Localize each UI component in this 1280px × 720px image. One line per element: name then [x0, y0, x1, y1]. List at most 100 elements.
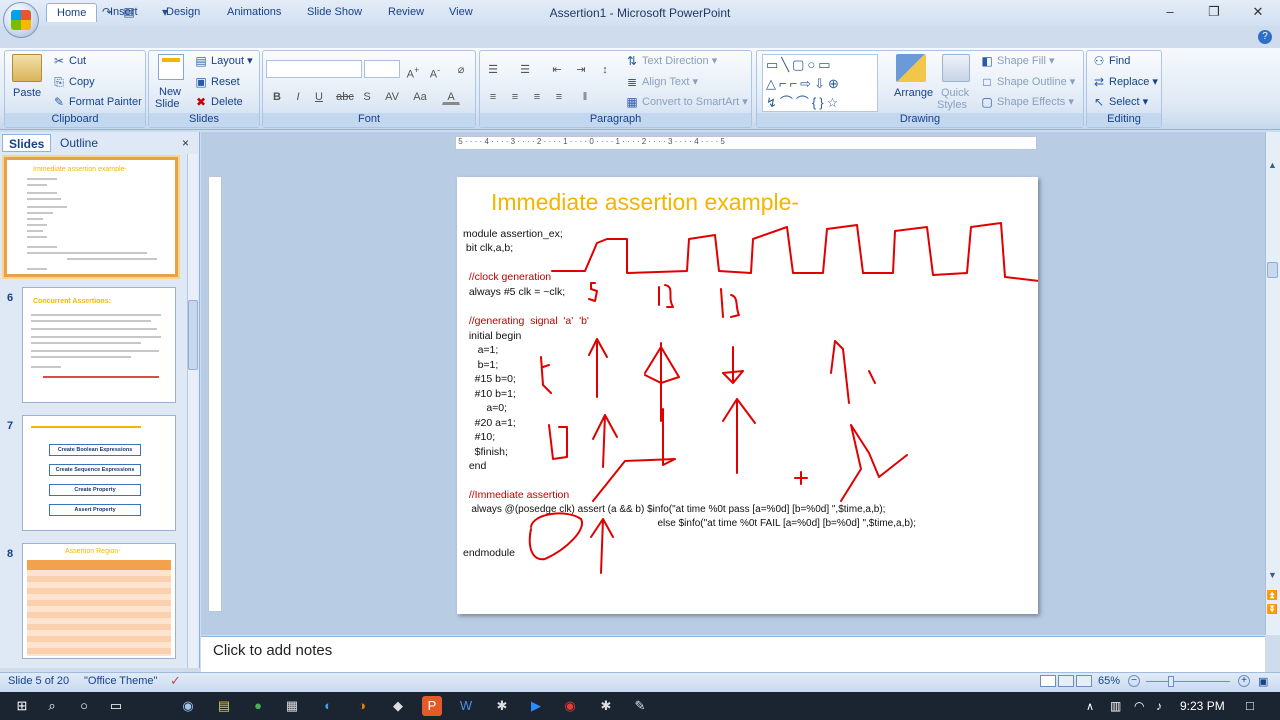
panel-close-icon[interactable]: × [182, 136, 189, 150]
panel-scrollbar[interactable] [187, 154, 198, 668]
app-icon-3[interactable]: ✱ [596, 696, 616, 716]
minimize-button[interactable]: – [1160, 4, 1180, 20]
next-slide-icon[interactable]: ⏬ [1266, 604, 1279, 618]
replace-button[interactable]: ⇄ Replace ▾ [1092, 75, 1158, 89]
shadow-icon[interactable]: S [358, 87, 376, 105]
edge-icon[interactable]: ◐ [318, 696, 338, 716]
italic-icon[interactable]: I [289, 87, 307, 105]
font-size-combo[interactable] [364, 60, 400, 78]
layout-button[interactable]: ▤ Layout ▾ [194, 54, 252, 68]
strikethrough-icon[interactable]: abc [333, 87, 357, 105]
columns-icon[interactable]: ‖ [576, 87, 594, 105]
grow-font-icon[interactable]: A+ [404, 60, 422, 81]
line-spacing-icon[interactable]: ↕ [596, 60, 614, 78]
scroll-thumb[interactable] [1267, 262, 1278, 278]
new-slide-icon[interactable] [158, 54, 184, 80]
spellcheck-icon[interactable]: ✓ [170, 673, 181, 689]
vertical-ruler[interactable] [208, 176, 222, 612]
quick-styles-button[interactable]: Quick [941, 87, 969, 99]
zoom-app-icon[interactable]: ▶ [526, 696, 546, 716]
search-icon[interactable]: ⌕ [42, 696, 62, 716]
shape-outline-button[interactable]: □ Shape Outline ▾ [980, 75, 1075, 89]
slide-sorter-icon[interactable] [1058, 675, 1074, 687]
cortana-icon[interactable]: ○ [74, 696, 94, 716]
justify-icon[interactable]: ≡ [550, 87, 568, 105]
vscode-icon[interactable]: ◆ [388, 696, 408, 716]
word-icon[interactable]: W [456, 696, 476, 716]
tab-outline-panel[interactable]: Outline [54, 134, 104, 152]
close-button[interactable]: ✕ [1248, 4, 1268, 20]
task-view-icon[interactable]: ▭ [106, 696, 126, 716]
slide-thumbnail-5[interactable]: Immediate assertion example- [4, 157, 178, 277]
tab-view[interactable]: View [439, 3, 483, 22]
vertical-scrollbar[interactable] [1265, 132, 1280, 635]
fit-slide-icon[interactable]: ▣ [1258, 675, 1268, 688]
tab-insert[interactable]: Insert [100, 3, 148, 22]
help-icon[interactable]: ? [1258, 30, 1272, 44]
decrease-indent-icon[interactable]: ⇤ [548, 60, 566, 78]
slide-show-icon[interactable] [1076, 675, 1092, 687]
scroll-down-icon[interactable]: ▼ [1266, 570, 1279, 584]
shrink-font-icon[interactable]: A- [426, 60, 444, 81]
quick-styles-icon[interactable] [942, 54, 970, 82]
increase-indent-icon[interactable]: ⇥ [572, 60, 590, 78]
zoom-level[interactable]: 65% [1098, 675, 1120, 687]
notes-pane[interactable] [201, 636, 1265, 672]
format-painter-button[interactable]: ✎ Format Painter [52, 95, 142, 109]
find-button[interactable]: ⚇ Find [1092, 54, 1131, 68]
slide-title[interactable]: Immediate assertion example- [491, 189, 799, 216]
select-button[interactable]: ↖ Select ▾ [1092, 95, 1148, 109]
align-right-icon[interactable]: ≡ [528, 87, 546, 105]
windows-start-icon[interactable]: ⊞ [12, 696, 32, 716]
panel-scroll-thumb[interactable] [188, 300, 198, 370]
copy-button[interactable]: ⎘ Copy [52, 75, 95, 89]
align-left-icon[interactable]: ≡ [484, 87, 502, 105]
arrange-button[interactable]: Arrange [894, 87, 933, 99]
paint-icon[interactable]: ✎ [630, 696, 650, 716]
tab-slides-panel[interactable]: Slides [2, 134, 52, 152]
zoom-out-icon[interactable]: − [1128, 675, 1140, 687]
change-case-icon[interactable]: Aa [408, 87, 432, 105]
text-direction-button[interactable]: ⇅ Text Direction ▾ [625, 54, 717, 68]
app-icon[interactable]: ▦ [282, 696, 302, 716]
powerpoint-taskbar-icon[interactable]: P [422, 696, 442, 716]
camera-app-icon[interactable]: ◉ [178, 696, 198, 716]
char-spacing-icon[interactable]: AV [380, 87, 404, 105]
wifi-icon[interactable]: ◠ [1134, 699, 1144, 713]
office-button[interactable] [3, 2, 39, 38]
bold-icon[interactable]: B [268, 87, 286, 105]
shape-fill-button[interactable]: ◧ Shape Fill ▾ [980, 54, 1054, 68]
normal-view-icon[interactable] [1040, 675, 1056, 687]
zoom-slider-thumb[interactable] [1168, 676, 1174, 687]
clock[interactable]: 9:23 PM [1180, 699, 1225, 713]
notes-placeholder[interactable]: Click to add notes [213, 642, 332, 659]
prev-slide-icon[interactable]: ⏫ [1266, 590, 1279, 604]
font-color-icon[interactable]: A [442, 87, 460, 105]
paste-icon[interactable] [12, 54, 42, 82]
tab-home[interactable]: Home [46, 3, 98, 22]
new-slide-button[interactable]: New [159, 86, 181, 98]
slide-thumbnail-6[interactable]: Concurrent Assertions: [22, 287, 176, 403]
horizontal-ruler[interactable]: 5 · · · · 4 · · · · 3 · · · · 2 · · · · … [455, 136, 1037, 150]
tab-animations[interactable]: Animations [217, 3, 291, 22]
new-slide-button-line2[interactable]: Slide [155, 98, 179, 110]
convert-smartart-button[interactable]: ▦ Convert to SmartArt ▾ [625, 95, 747, 109]
volume-icon[interactable]: ♪ [1156, 699, 1162, 713]
slide-thumbnail-7[interactable]: Create Boolean Expressions Create Sequen… [22, 415, 176, 531]
zoom-in-icon[interactable]: + [1238, 675, 1250, 687]
chrome-icon[interactable]: ● [248, 696, 268, 716]
file-explorer-icon[interactable]: ▤ [214, 696, 234, 716]
record-icon[interactable]: ◉ [560, 696, 580, 716]
network-icon[interactable]: ▥ [1110, 699, 1121, 713]
tab-review[interactable]: Review [378, 3, 434, 22]
cut-button[interactable]: ✂ Cut [52, 54, 86, 68]
arrange-icon[interactable] [896, 54, 926, 82]
tab-design[interactable]: Design [156, 3, 210, 22]
paste-button[interactable]: Paste [13, 87, 41, 99]
clear-format-icon[interactable]: ⌀ [452, 60, 470, 78]
underline-icon[interactable]: U [310, 87, 328, 105]
scroll-up-icon[interactable]: ▲ [1266, 160, 1279, 174]
app-icon-2[interactable]: ✱ [492, 696, 512, 716]
quick-styles-button-line2[interactable]: Styles [937, 99, 967, 111]
firefox-icon[interactable]: ◑ [352, 696, 372, 716]
